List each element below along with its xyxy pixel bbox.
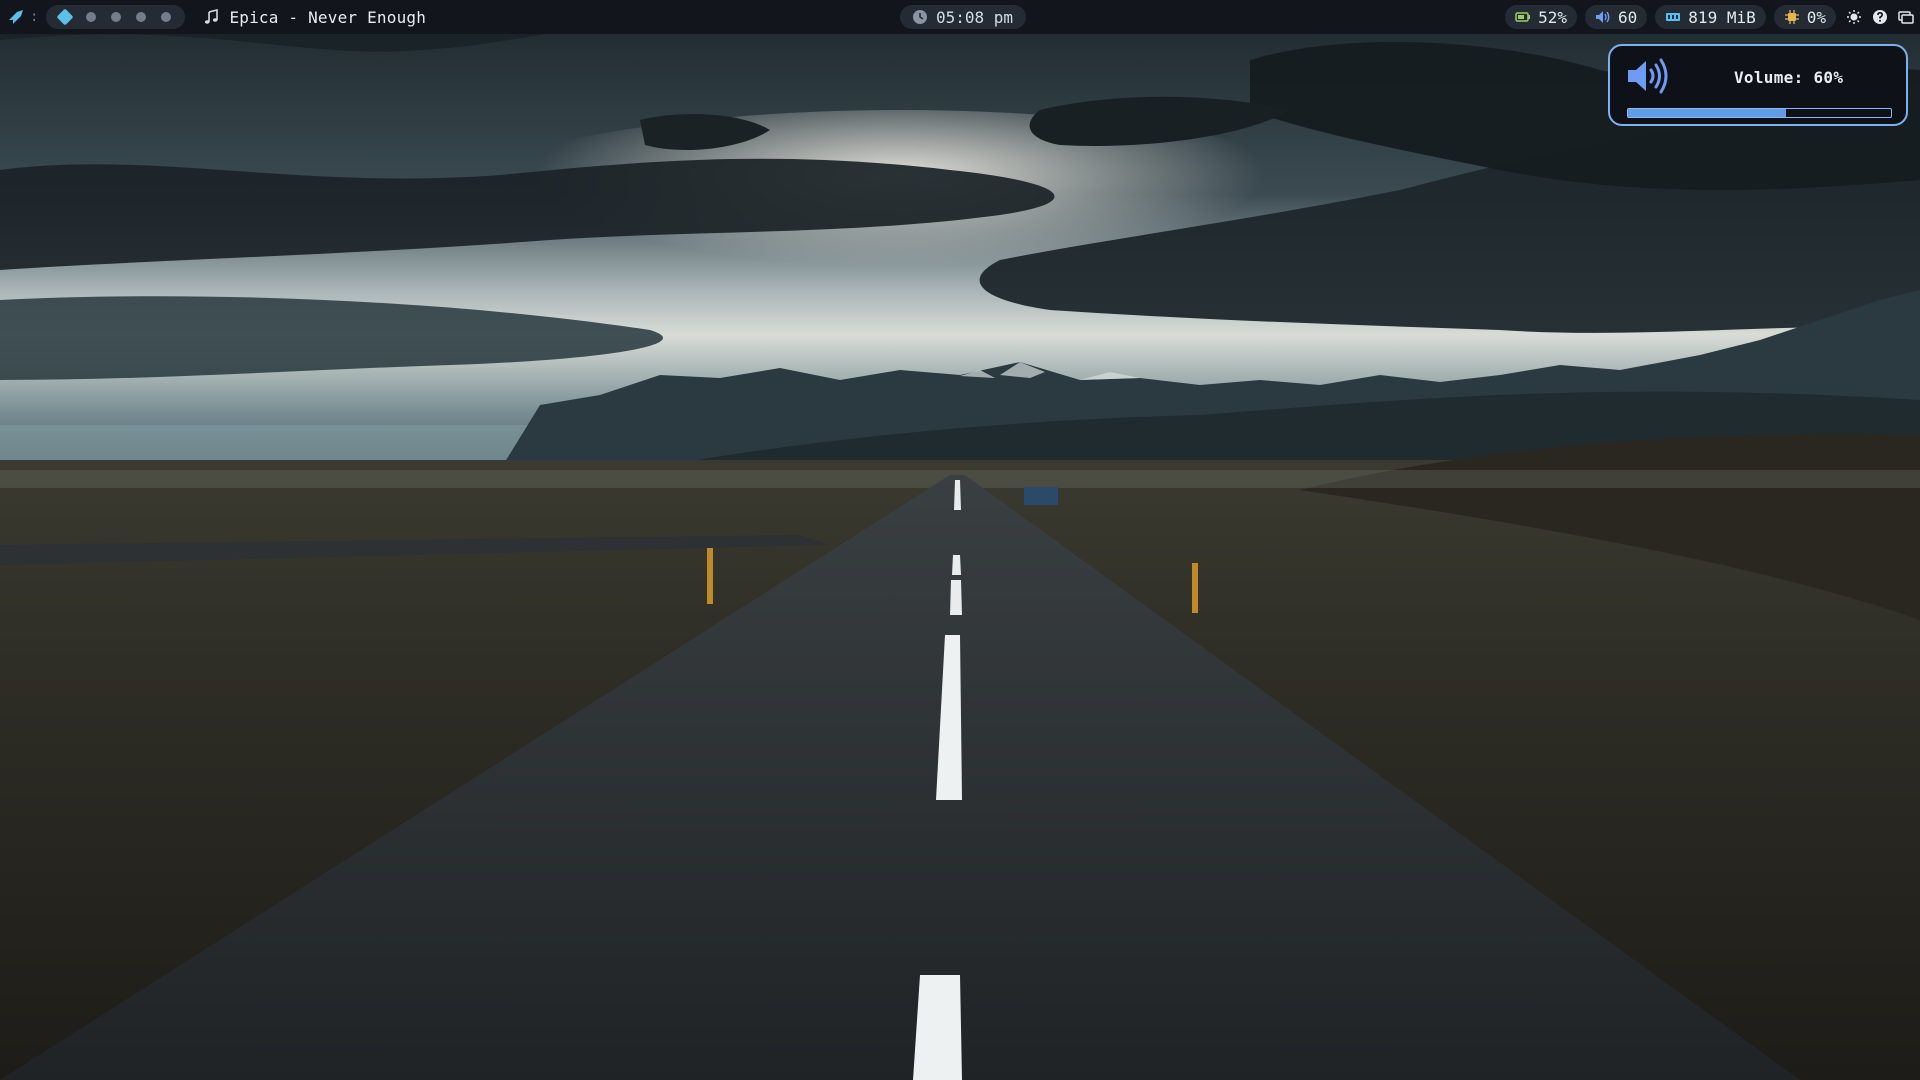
media-player-widget[interactable]: Epica - Never Enough — [203, 8, 426, 27]
top-bar: : Epica - Never Enough 05:08 pm 52% 60 8… — [0, 0, 1920, 34]
volume-module[interactable]: 60 — [1585, 5, 1648, 29]
brightness-icon[interactable] — [1846, 9, 1862, 25]
volume-level: 60 — [1618, 7, 1638, 27]
volume-osd-fill — [1628, 109, 1786, 117]
cpu-module[interactable]: 0% — [1773, 5, 1836, 29]
status-modules: 52% 60 819 MiB 0% — [1497, 0, 1920, 34]
volume-osd-track — [1627, 108, 1892, 118]
workspace-1-indicator[interactable] — [56, 8, 74, 26]
battery-module[interactable]: 52% — [1505, 5, 1578, 29]
memory-usage: 819 MiB — [1688, 7, 1756, 27]
music-note-icon — [205, 9, 219, 24]
cpu-icon — [1784, 10, 1799, 24]
display-icon[interactable] — [1898, 9, 1914, 25]
workspace-2-indicator[interactable] — [86, 12, 97, 22]
clock-widget[interactable]: 05:08 pm — [900, 5, 1027, 29]
now-playing-title: Epica - Never Enough — [229, 7, 427, 27]
rocket-launcher-icon[interactable] — [8, 9, 24, 25]
clock-icon — [913, 10, 927, 24]
workspace-switcher — [46, 5, 186, 29]
help-icon[interactable] — [1872, 9, 1888, 25]
workspace-5-indicator[interactable] — [161, 12, 172, 22]
clock-time: 05:08 pm — [936, 7, 1014, 27]
volume-osd-label: Volume: 60% — [1734, 68, 1844, 87]
memory-module[interactable]: 819 MiB — [1655, 5, 1766, 29]
speaker-icon — [1596, 11, 1610, 23]
battery-percentage: 52% — [1538, 7, 1568, 27]
workspace-4-indicator[interactable] — [136, 12, 147, 22]
memory-icon — [1666, 13, 1681, 21]
speaker-loud-icon — [1628, 58, 1668, 94]
workspace-3-indicator[interactable] — [111, 12, 122, 22]
desktop-wallpaper — [0, 0, 1920, 1080]
volume-osd: Volume: 60% — [1608, 44, 1908, 126]
bar-separator: : — [30, 9, 39, 25]
cpu-usage: 0% — [1806, 7, 1826, 27]
battery-icon — [1515, 12, 1531, 22]
